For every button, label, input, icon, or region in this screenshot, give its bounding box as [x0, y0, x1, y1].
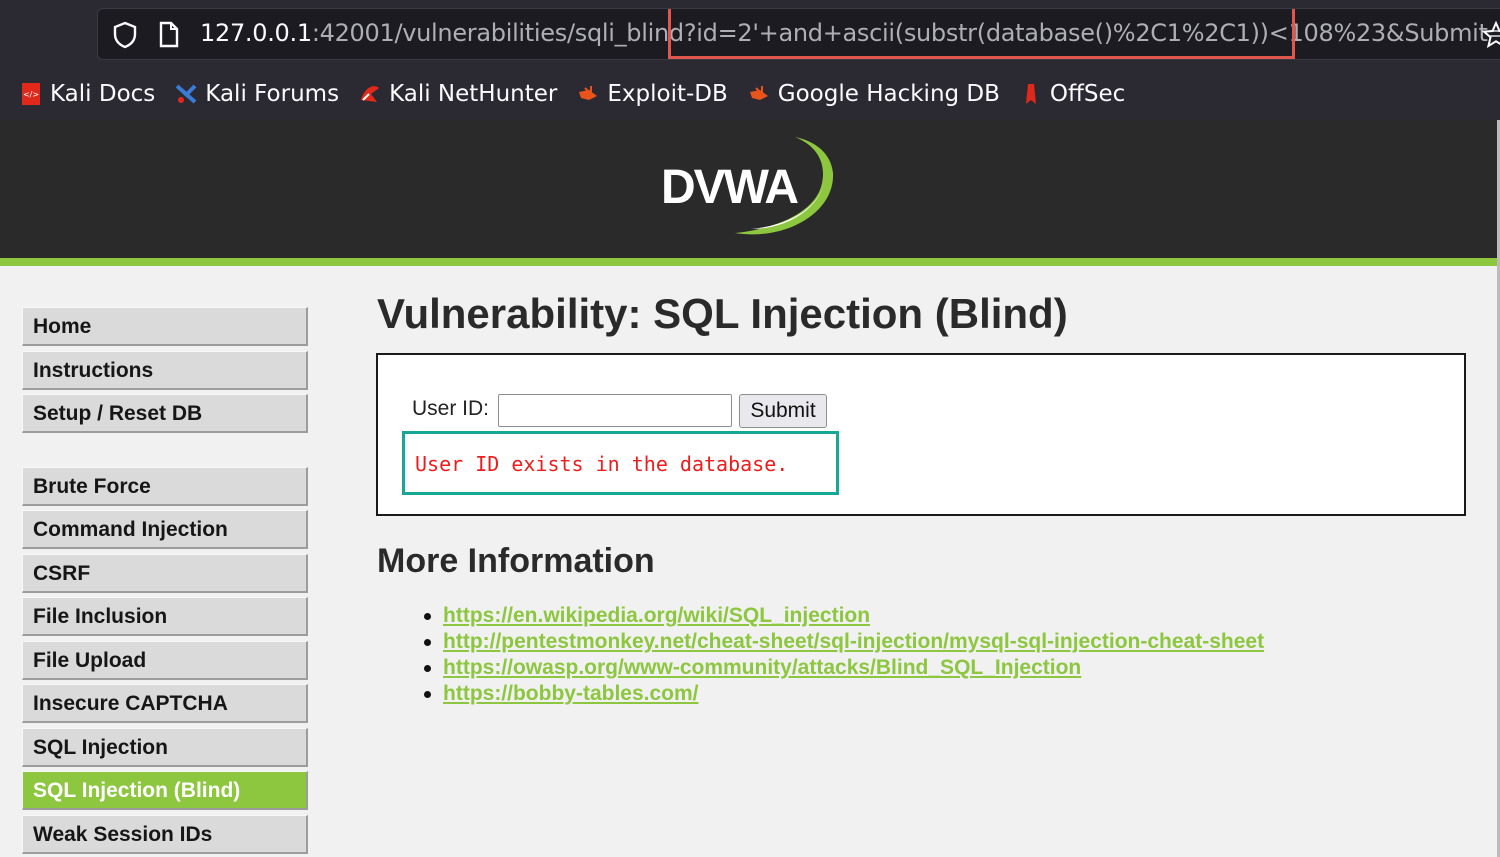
header-accent-bar: [0, 258, 1500, 266]
browser-chrome: 127.0.0.1:42001/vulnerabilities/sqli_bli…: [0, 0, 1500, 120]
sidebar-item-file-upload[interactable]: File Upload: [22, 640, 308, 680]
info-link[interactable]: https://en.wikipedia.org/wiki/SQL_inject…: [443, 604, 870, 628]
user-id-label: User ID:: [412, 397, 490, 420]
page-info-icon[interactable]: [158, 21, 180, 49]
list-item: https://owasp.org/www-community/attacks/…: [424, 655, 1264, 681]
sidebar-item-weak-session-ids[interactable]: Weak Session IDs: [22, 814, 308, 854]
more-information-heading: More Information: [377, 542, 655, 580]
sidebar-item-sql-injection[interactable]: SQL Injection: [22, 727, 308, 767]
info-link[interactable]: https://owasp.org/www-community/attacks/…: [443, 656, 1081, 680]
bookmark-label: OffSec: [1049, 81, 1126, 107]
info-link[interactable]: http://pentestmonkey.net/cheat-sheet/sql…: [443, 630, 1264, 654]
bookmark-label: Kali Docs: [50, 81, 156, 107]
bookmark-kali-nethunter[interactable]: Kali NetHunter: [359, 81, 557, 107]
dvwa-logo[interactable]: DVWA: [655, 133, 845, 243]
sidebar-item-file-inclusion[interactable]: File Inclusion: [22, 597, 308, 636]
info-link[interactable]: https://bobby-tables.com/: [443, 682, 699, 706]
bullet-icon: [424, 638, 431, 646]
bookmark-label: Kali NetHunter: [389, 81, 558, 107]
sidebar-item-sql-injection-blind[interactable]: SQL Injection (Blind): [22, 771, 308, 810]
bookmark-label: Kali Forums: [205, 81, 340, 107]
logo-text: DVWA: [661, 161, 798, 214]
url-host: 127.0.0.1: [200, 19, 312, 47]
bookmark-kali-forums[interactable]: Kali Forums: [175, 81, 339, 107]
sidebar-item-csrf[interactable]: CSRF: [22, 553, 308, 593]
sidebar-menu: Home Instructions Setup / Reset DB Brute Fo…: [22, 307, 308, 857]
kali-docs-icon: </>: [22, 83, 40, 105]
sidebar-item-command-injection[interactable]: Command Injection: [22, 510, 308, 549]
more-information-links: https://en.wikipedia.org/wiki/SQL_inject…: [424, 603, 1264, 707]
url-query-highlight-box: [668, 9, 1295, 59]
sidebar-item-insecure-captcha[interactable]: Insecure CAPTCHA: [22, 684, 308, 723]
bookmark-label: Exploit-DB: [607, 81, 728, 107]
shield-icon[interactable]: [112, 21, 138, 49]
result-highlight-box: User ID exists in the database.: [402, 431, 839, 495]
bookmarks-toolbar: </> Kali Docs Kali Forums Kali NetHunter…: [0, 72, 1500, 116]
url-path: :42001/vulnerabilities/sqli_blind: [311, 19, 684, 47]
sidebar-item-setup-reset-db[interactable]: Setup / Reset DB: [22, 394, 308, 433]
submit-button[interactable]: Submit: [739, 394, 827, 428]
user-id-input[interactable]: [498, 394, 732, 427]
exploit-db-icon: [579, 86, 598, 100]
list-item: http://pentestmonkey.net/cheat-sheet/sql…: [424, 629, 1264, 655]
vulnerable-code-area: User ID: Submit User ID exists in the da…: [376, 353, 1466, 516]
bullet-icon: [424, 690, 431, 698]
sidebar-item-brute-force[interactable]: Brute Force: [22, 466, 308, 506]
bookmark-ghdb[interactable]: Google Hacking DB: [748, 81, 1000, 107]
bullet-icon: [424, 664, 431, 672]
bookmark-kali-docs[interactable]: </> Kali Docs: [20, 81, 155, 107]
bookmark-star-icon[interactable]: [1482, 21, 1500, 49]
ghdb-icon: [749, 86, 768, 100]
svg-text:</>: </>: [23, 90, 39, 99]
sidebar-item-instructions[interactable]: Instructions: [22, 350, 308, 390]
bookmark-offsec[interactable]: OffSec: [1020, 81, 1125, 107]
result-message: User ID exists in the database.: [415, 452, 789, 476]
list-item: https://en.wikipedia.org/wiki/SQL_inject…: [424, 603, 1264, 629]
kali-forums-icon: [175, 84, 197, 104]
bookmark-exploit-db[interactable]: Exploit-DB: [577, 81, 728, 107]
list-item: https://bobby-tables.com/: [424, 681, 1264, 707]
kali-nethunter-icon: [361, 86, 380, 102]
bullet-icon: [424, 612, 431, 620]
address-bar[interactable]: 127.0.0.1:42001/vulnerabilities/sqli_bli…: [97, 8, 1500, 60]
page-title: Vulnerability: SQL Injection (Blind): [377, 290, 1068, 337]
bookmark-label: Google Hacking DB: [777, 81, 1000, 107]
sidebar-item-home[interactable]: Home: [22, 307, 308, 346]
offsec-icon: [1025, 84, 1036, 104]
